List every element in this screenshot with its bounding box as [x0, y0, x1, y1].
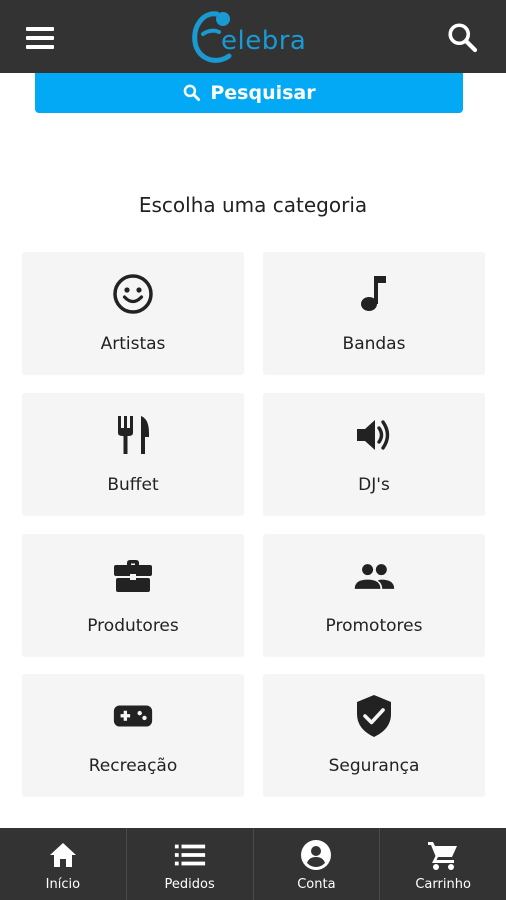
search-icon [184, 84, 201, 102]
category-label: Artistas [100, 334, 166, 354]
account-icon [299, 838, 333, 872]
briefcase-icon [111, 554, 155, 598]
menu-icon-line [26, 36, 54, 40]
nav-item-inicio[interactable]: Início [0, 828, 127, 900]
logo-text: elebra [221, 26, 307, 56]
gamepad-icon [111, 694, 155, 738]
bottom-navigation: Início Pedidos Conta Carrinho [0, 828, 506, 900]
music-note-icon [352, 272, 396, 316]
search-button[interactable]: Pesquisar [35, 73, 463, 113]
category-card-buffet[interactable]: Buffet [22, 393, 244, 515]
category-card-bandas[interactable]: Bandas [263, 252, 485, 374]
header-search-button[interactable] [445, 20, 481, 56]
category-card-djs[interactable]: DJ's [263, 393, 485, 515]
category-label: DJ's [358, 475, 390, 495]
category-label: Bandas [342, 334, 406, 354]
nav-item-pedidos[interactable]: Pedidos [127, 828, 254, 900]
nav-label: Pedidos [164, 877, 215, 892]
category-label: Produtores [87, 616, 179, 636]
nav-item-carrinho[interactable]: Carrinho [380, 828, 506, 900]
smiley-face-icon [111, 272, 155, 316]
category-label: Promotores [325, 616, 423, 636]
app-logo[interactable]: elebra [185, 4, 325, 68]
category-label: Recreação [88, 756, 178, 776]
menu-button[interactable] [22, 22, 60, 54]
category-card-produtores[interactable]: Produtores [22, 534, 244, 656]
nav-label: Conta [297, 877, 336, 892]
category-card-recreacao[interactable]: Recreação [22, 674, 244, 796]
category-card-artistas[interactable]: Artistas [22, 252, 244, 374]
home-icon [46, 838, 80, 872]
nav-label: Início [45, 877, 81, 892]
category-label: Segurança [328, 756, 420, 776]
category-label: Buffet [107, 475, 159, 495]
nav-item-conta[interactable]: Conta [254, 828, 381, 900]
search-button-label: Pesquisar [210, 82, 316, 104]
nav-label: Carrinho [415, 877, 471, 892]
search-icon [448, 23, 478, 53]
category-card-promotores[interactable]: Promotores [263, 534, 485, 656]
category-section-title: Escolha uma categoria [138, 193, 368, 217]
cutlery-icon [111, 413, 155, 457]
menu-icon-line [26, 45, 54, 49]
menu-icon-line [26, 27, 54, 31]
shield-check-icon [352, 694, 396, 738]
people-icon [352, 554, 396, 598]
top-app-bar: elebra [0, 0, 506, 73]
cart-icon [426, 838, 460, 872]
category-card-seguranca[interactable]: Segurança [263, 674, 485, 796]
list-icon [173, 838, 207, 872]
speaker-volume-icon [352, 413, 396, 457]
